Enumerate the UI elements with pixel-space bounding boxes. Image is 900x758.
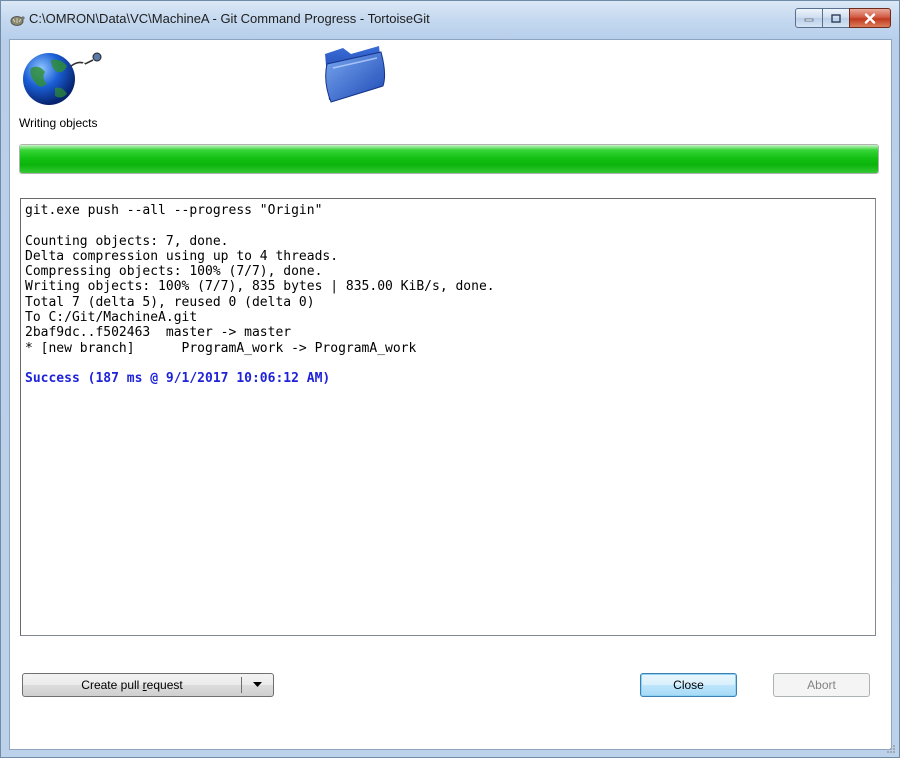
create-pull-request-split-button: Create pull request <box>22 673 274 697</box>
log-line: Delta compression using up to 4 threads. <box>25 248 339 264</box>
maximize-button[interactable] <box>822 8 850 28</box>
caption-buttons <box>795 8 891 28</box>
maximize-icon <box>831 13 841 23</box>
close-icon <box>864 12 876 24</box>
minimize-icon <box>804 18 814 22</box>
pull-request-label-suffix: equest <box>146 678 183 692</box>
close-window-button[interactable] <box>849 8 891 28</box>
log-line: Counting objects: 7, done. <box>25 233 229 249</box>
minimize-button[interactable] <box>795 8 823 28</box>
chevron-down-icon <box>253 682 262 687</box>
log-line: 2baf9dc..f502463 master -> master <box>25 325 292 341</box>
log-line: git.exe push --all --progress "Origin" <box>25 203 323 218</box>
pull-request-label-prefix: Create pull <box>81 678 143 692</box>
title-bar[interactable]: C:\OMRON\Data\VC\MachineA - Git Command … <box>1 1 899 39</box>
pull-request-dropdown-button[interactable] <box>242 682 273 688</box>
log-line: Writing objects: 100% (7/7), 835 bytes |… <box>25 279 495 295</box>
progress-fill <box>20 145 878 173</box>
log-line: Success (187 ms @ 9/1/2017 10:06:12 AM) <box>25 371 331 387</box>
abort-button[interactable]: Abort <box>773 673 870 697</box>
log-line: Compressing objects: 100% (7/7), done. <box>25 264 323 280</box>
folder-icon <box>325 46 386 103</box>
log-line: * [new branch] ProgramA_work -> ProgramA… <box>25 340 417 356</box>
log-line: To C:/Git/MachineA.git <box>25 310 198 326</box>
log-line: Total 7 (delta 5), reused 0 (delta 0) <box>25 294 315 310</box>
resize-grip-icon[interactable] <box>884 742 896 754</box>
close-button[interactable]: Close <box>640 673 737 697</box>
create-pull-request-button[interactable]: Create pull request <box>23 678 241 692</box>
globe-network-icon <box>23 52 102 105</box>
activity-label: Writing objects <box>19 116 98 130</box>
output-log[interactable]: git.exe push --all --progress "Origin" Co… <box>20 198 876 636</box>
progress-bar <box>19 144 879 174</box>
tortoisegit-icon <box>10 16 25 26</box>
window-title: C:\OMRON\Data\VC\MachineA - Git Command … <box>29 11 430 26</box>
